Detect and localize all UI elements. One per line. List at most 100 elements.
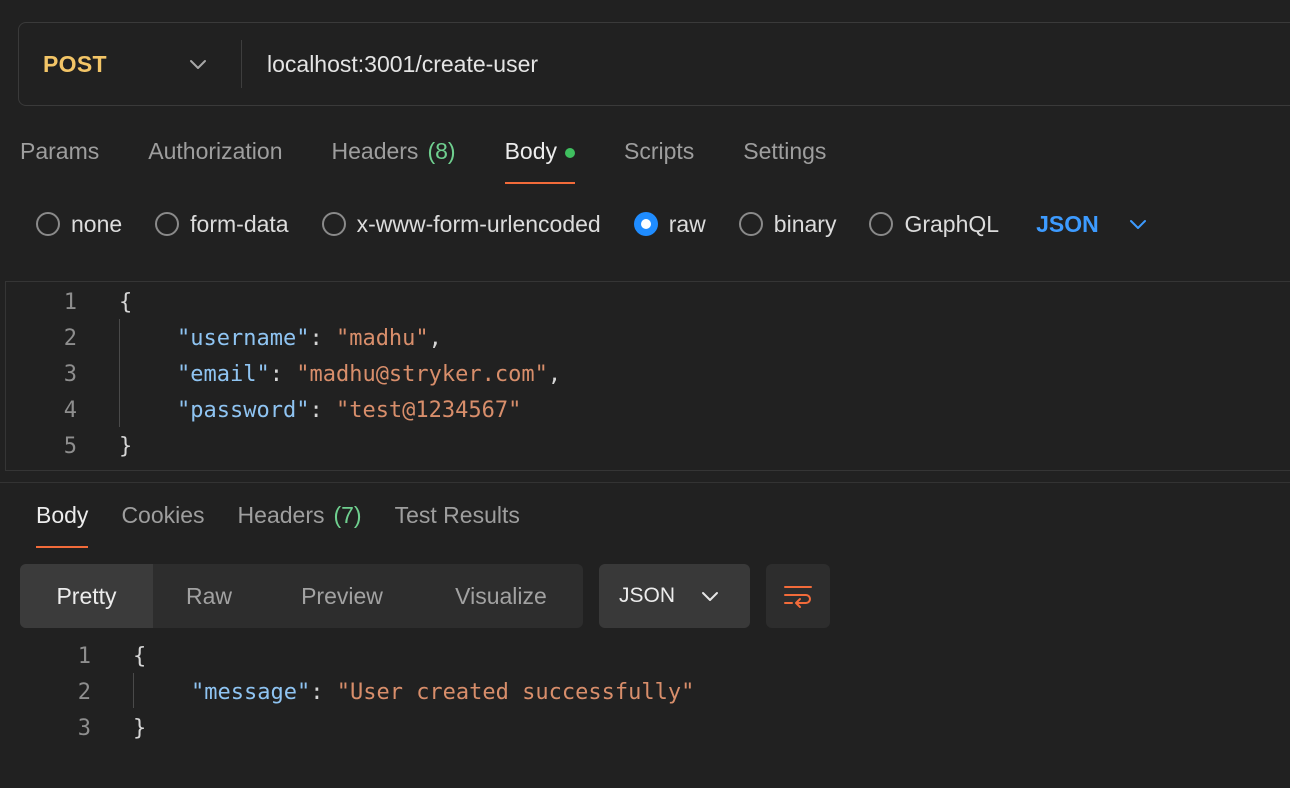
body-type-selector: none form-data x-www-form-urlencoded raw… (36, 204, 1147, 244)
tab-response-body[interactable]: Body (36, 498, 89, 550)
body-type-graphql[interactable]: GraphQL (869, 211, 999, 238)
line-number: 3 (63, 361, 77, 387)
wrap-lines-button[interactable] (766, 564, 830, 628)
code-text: "password": "test@1234567" (177, 397, 522, 423)
response-body-viewer[interactable]: 1 { 2 "message": "User created successfu… (0, 638, 1290, 788)
tab-params[interactable]: Params (20, 130, 99, 186)
response-view-modes: Pretty Raw Preview Visualize (20, 564, 583, 628)
tab-label: Body (504, 138, 557, 164)
method-label: POST (43, 50, 107, 77)
tab-label: Scripts (624, 138, 695, 164)
code-line: 1 { (6, 284, 133, 320)
code-text: "message": "User created successfully" (191, 679, 695, 705)
radio-icon (36, 212, 60, 236)
tab-label: Params (20, 138, 100, 164)
code-text: } (133, 715, 147, 741)
indent-guide (133, 673, 134, 708)
view-raw-button[interactable]: Raw (153, 564, 265, 628)
tab-label: Settings (743, 138, 827, 164)
request-tabs: Params Authorization Headers (8) Body Scr… (20, 130, 875, 186)
tab-response-headers[interactable]: Headers (7) (238, 498, 362, 550)
json-trail: , (547, 361, 562, 387)
request-url-bar: POST localhost:3001/create-user (18, 22, 1290, 106)
headers-count: (8) (427, 138, 456, 164)
method-select[interactable]: POST (19, 23, 241, 105)
tab-label: Body (36, 502, 89, 528)
json-key: "email" (177, 361, 270, 387)
tab-body[interactable]: Body (504, 130, 576, 186)
view-visualize-button[interactable]: Visualize (419, 564, 583, 628)
body-type-raw[interactable]: raw (633, 210, 706, 238)
code-text: { (119, 289, 133, 315)
radio-icon (155, 212, 180, 236)
tab-settings[interactable]: Settings (743, 130, 826, 186)
radio-label: form-data (190, 210, 289, 237)
radio-label: none (71, 210, 123, 237)
json-value: "madhu@stryker.com" (296, 361, 548, 387)
body-type-none[interactable]: none (36, 211, 122, 238)
url-input[interactable]: localhost:3001/create-user (267, 23, 1290, 105)
json-key: "message" (191, 679, 311, 705)
code-line: 1 { (0, 638, 147, 674)
body-type-form-data[interactable]: form-data (155, 210, 289, 238)
tab-label: Test Results (394, 502, 520, 528)
code-line: 2 "message": "User created successfully" (0, 674, 695, 710)
line-number: 4 (63, 397, 77, 423)
json-value: "madhu" (335, 325, 429, 351)
body-format-select[interactable]: JSON (1036, 211, 1147, 238)
line-number: 2 (63, 325, 77, 351)
body-type-binary[interactable]: binary (738, 210, 837, 238)
code-text: { (133, 643, 147, 669)
line-number: 2 (77, 679, 91, 705)
radio-checked-icon (633, 212, 658, 236)
pane-divider[interactable] (0, 482, 1290, 483)
body-type-urlencoded[interactable]: x-www-form-urlencoded (321, 210, 601, 238)
format-label: JSON (619, 584, 676, 607)
json-value: "test@1234567" (335, 397, 522, 423)
response-tabs: Body Cookies Headers (7) Test Results (36, 498, 553, 550)
chevron-down-icon (190, 60, 206, 69)
text-wrap-icon (784, 586, 812, 608)
code-text: } (119, 433, 133, 459)
json-trail: , (428, 325, 442, 351)
tab-scripts[interactable]: Scripts (624, 130, 694, 186)
view-preview-button[interactable]: Preview (265, 564, 419, 628)
json-value: "User created successfully" (336, 679, 695, 705)
line-number: 3 (77, 715, 91, 741)
code-line: 3 "email": "madhu@stryker.com", (6, 356, 561, 392)
chevron-down-icon (1129, 220, 1146, 229)
code-text: "email": "madhu@stryker.com", (177, 361, 562, 387)
tab-headers[interactable]: Headers (8) (332, 130, 456, 186)
response-format-select[interactable]: JSON (599, 564, 750, 628)
code-text: "username": "madhu", (177, 325, 442, 351)
indent-guide (119, 319, 120, 427)
tab-label: Cookies (121, 502, 205, 528)
tab-authorization[interactable]: Authorization (148, 130, 282, 186)
url-divider (241, 40, 242, 88)
tab-label: Authorization (148, 138, 283, 164)
tab-label: Headers (237, 502, 325, 528)
json-key: "username" (177, 325, 310, 351)
radio-icon (321, 212, 346, 236)
line-number: 5 (63, 433, 77, 459)
body-modified-dot-icon (565, 148, 575, 158)
radio-label: binary (773, 210, 837, 237)
chevron-down-icon (702, 592, 719, 601)
headers-count: (7) (333, 502, 362, 528)
radio-label: GraphQL (904, 210, 1000, 237)
json-key: "password" (177, 397, 310, 423)
tab-test-results[interactable]: Test Results (395, 498, 520, 550)
tab-response-cookies[interactable]: Cookies (121, 498, 204, 550)
format-label: JSON (1036, 210, 1099, 237)
line-number: 1 (63, 289, 77, 315)
radio-label: raw (668, 210, 706, 237)
view-pretty-button[interactable]: Pretty (20, 564, 153, 628)
code-line: 2 "username": "madhu", (6, 320, 442, 356)
request-body-editor[interactable]: 1 { 2 "username": "madhu", 3 "email": "m… (5, 281, 1290, 471)
radio-icon (869, 212, 894, 236)
radio-icon (738, 212, 763, 236)
code-line: 3 } (0, 710, 147, 746)
radio-label: x-www-form-urlencoded (356, 210, 601, 237)
code-line: 5 } (6, 428, 133, 464)
line-number: 1 (77, 643, 91, 669)
